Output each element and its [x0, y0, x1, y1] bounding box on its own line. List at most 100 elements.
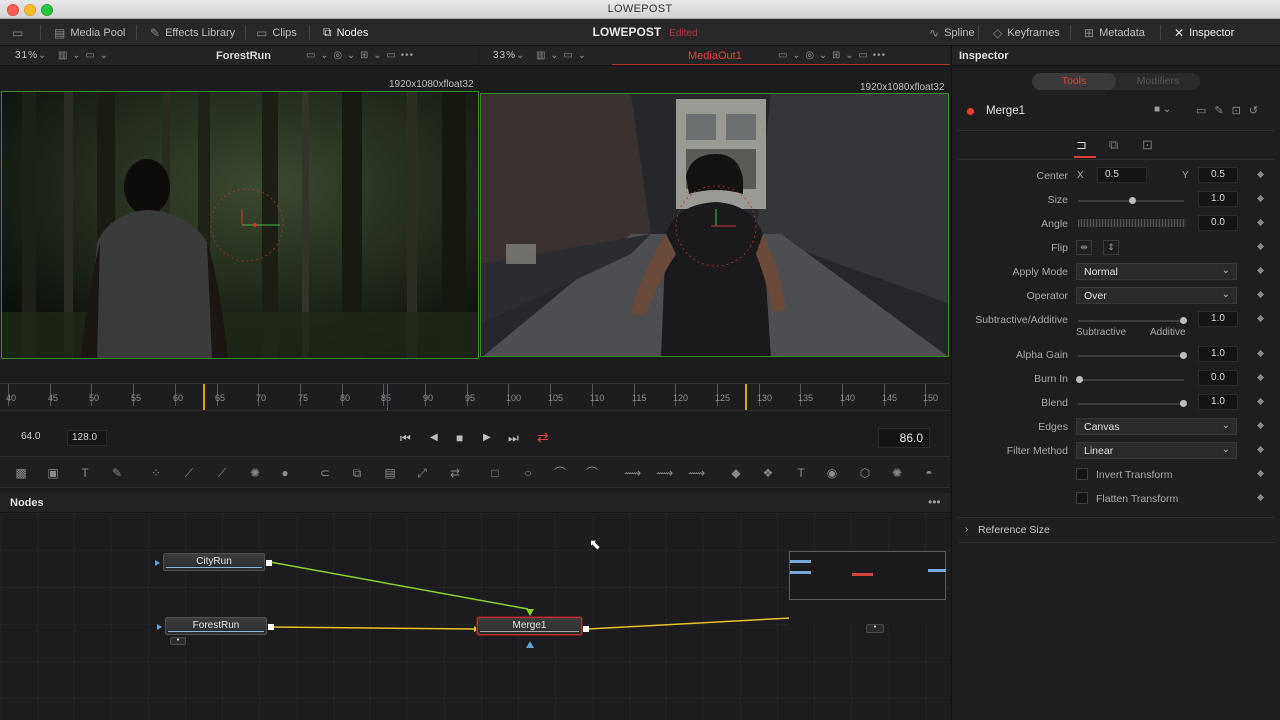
effects-library-button[interactable]: ✎ Effects Library [150, 24, 235, 41]
mediaout-view-indicator[interactable]: • [866, 624, 884, 633]
brightness-tool-icon[interactable]: ✺ [247, 465, 263, 481]
center-y-field[interactable]: 0.5 [1198, 167, 1238, 183]
matte-control-tool-icon[interactable]: ⊂ [317, 465, 333, 481]
paint-tool-icon[interactable]: ✎ [109, 465, 125, 481]
center-keyframe-icon[interactable] [1256, 170, 1265, 179]
text3d-tool-icon[interactable]: T [793, 465, 809, 481]
go-to-start-button[interactable]: ⏮ [400, 431, 411, 446]
text-tool-icon[interactable]: T [77, 465, 93, 481]
image-plane-tool-icon[interactable]: ⬡ [857, 465, 873, 481]
merge1-output[interactable] [583, 626, 589, 632]
nodes-options-button[interactable]: ••• [928, 495, 941, 509]
camera3d-tool-icon[interactable]: ◉ [824, 465, 840, 481]
angle-thumbwheel[interactable] [1078, 219, 1186, 227]
bspline-mask-icon[interactable]: ⌒ [584, 465, 600, 481]
flatten-transform-checkbox[interactable] [1076, 492, 1088, 504]
subtractive-additive-knob[interactable] [1180, 317, 1187, 324]
alpha-gain-slider[interactable] [1078, 352, 1187, 359]
right-viewer[interactable] [480, 93, 949, 357]
forestrun-view-indicator[interactable]: • [170, 637, 186, 645]
nodes-button[interactable]: ⧉ Nodes [323, 24, 368, 41]
subtractive-additive-keyframe-icon[interactable] [1256, 314, 1265, 323]
tab-tools[interactable]: Tools [1032, 73, 1116, 90]
size-slider[interactable] [1078, 197, 1184, 204]
renderer3d-tool-icon[interactable]: ◓ [921, 465, 937, 481]
blur-tool-icon[interactable]: ● [277, 465, 293, 481]
merge-tool-icon[interactable]: ⧉ [349, 465, 365, 481]
flip-horizontal-icon[interactable]: ⇹ [1076, 240, 1092, 255]
size-field[interactable]: 1.0 [1198, 191, 1238, 207]
settings-tab-icon[interactable]: ⧉ [1109, 137, 1118, 153]
blend-field[interactable]: 1.0 [1198, 394, 1238, 410]
node-editor[interactable]: CityRun ForestRun • Merge1 • ⬉ [0, 513, 950, 720]
image-tab-icon[interactable]: ⊡ [1142, 137, 1153, 153]
polygon-mask-icon[interactable]: ⌒ [552, 465, 568, 481]
ellipse-mask-icon[interactable]: ○ [520, 465, 536, 481]
clips-button[interactable]: ▭ Clips [256, 24, 297, 41]
center-x-field[interactable]: 0.5 [1097, 167, 1147, 183]
edges-keyframe-icon[interactable] [1256, 421, 1265, 430]
time-ruler[interactable]: 40 45 50 55 60 65 70 75 80 85 90 95 100 105 110 115 120 1… [0, 383, 950, 411]
size-slider-knob[interactable] [1129, 197, 1136, 204]
node-cityrun[interactable]: CityRun [163, 553, 265, 571]
controls-tab-icon[interactable]: ⊐ [1076, 137, 1087, 153]
flip-keyframe-icon[interactable] [1256, 242, 1265, 251]
operator-dropdown[interactable]: Over ⌄ [1076, 287, 1237, 304]
left-viewer[interactable] [1, 91, 479, 359]
alpha-gain-keyframe-icon[interactable] [1256, 349, 1265, 358]
reference-size-section[interactable]: › Reference Size [958, 517, 1275, 543]
burn-in-field[interactable]: 0.0 [1198, 370, 1238, 386]
particles-tool-icon[interactable]: ⁘ [148, 465, 164, 481]
rectangle-mask-icon[interactable]: □ [487, 465, 503, 481]
blend-slider[interactable] [1078, 400, 1187, 407]
left-viewer-zoom[interactable]: 31% [15, 50, 38, 61]
alpha-gain-field[interactable]: 1.0 [1198, 346, 1238, 362]
right-viewer-controls[interactable]: ▥ ⌄ ▭ ⌄ [536, 50, 587, 61]
playhead[interactable] [387, 384, 388, 410]
workspace-menu-button[interactable]: ▭ [12, 24, 23, 41]
node-color-dot[interactable] [966, 107, 975, 116]
zoom-dropdown-icon[interactable]: ⌄ [516, 50, 525, 61]
alpha-gain-knob[interactable] [1180, 352, 1187, 359]
current-time-field[interactable]: 86.0 [878, 428, 930, 448]
channel-booleans-tool-icon[interactable]: ▤ [382, 465, 398, 481]
merge3d-tool-icon[interactable]: ❖ [760, 465, 776, 481]
planar-tracker-icon[interactable]: ⟿ [656, 465, 673, 481]
blend-keyframe-icon[interactable] [1256, 397, 1265, 406]
play-reverse-button[interactable]: ◀ [430, 432, 438, 443]
filter-method-keyframe-icon[interactable] [1256, 445, 1265, 454]
resize-tool-icon[interactable]: ⤢ [414, 465, 430, 481]
tracker-tool-icon[interactable]: ⟿ [624, 465, 641, 481]
tab-modifiers[interactable]: Modifiers [1116, 73, 1200, 90]
angle-keyframe-icon[interactable] [1256, 218, 1265, 227]
burn-in-slider[interactable] [1076, 376, 1184, 383]
render-start-field[interactable]: 64.0 [17, 430, 57, 446]
render-end-field[interactable]: 128.0 [67, 430, 107, 446]
stop-button[interactable]: ■ [456, 431, 463, 445]
flip-vertical-icon[interactable]: ⇕ [1103, 240, 1119, 255]
inspector-button[interactable]: ✕ Inspector [1174, 24, 1234, 41]
spotlight-tool-icon[interactable]: ✺ [889, 465, 905, 481]
node-options-icon[interactable]: ■ ⌄ [1154, 104, 1171, 115]
burn-in-knob[interactable] [1076, 376, 1083, 383]
color-curves-tool-icon[interactable]: ⟋ [181, 465, 197, 481]
background-tool-icon[interactable]: ▩ [13, 465, 29, 481]
spline-button[interactable]: ∿ Spline [929, 24, 975, 41]
shape3d-tool-icon[interactable]: ◆ [728, 465, 744, 481]
transform-tool-icon[interactable]: ⇄ [447, 465, 463, 481]
filter-method-dropdown[interactable]: Linear ⌄ [1076, 442, 1237, 459]
forestrun-output[interactable] [268, 624, 274, 630]
flatten-transform-keyframe-icon[interactable] [1256, 493, 1265, 502]
operator-keyframe-icon[interactable] [1256, 290, 1265, 299]
node-forestrun[interactable]: ForestRun [165, 617, 267, 635]
render-start-marker[interactable] [203, 384, 205, 410]
apply-mode-dropdown[interactable]: Normal ⌄ [1076, 263, 1237, 280]
burn-in-keyframe-icon[interactable] [1256, 373, 1265, 382]
edges-dropdown[interactable]: Canvas ⌄ [1076, 418, 1237, 435]
invert-transform-checkbox[interactable] [1076, 468, 1088, 480]
left-viewer-options[interactable]: ▭ ⌄ ◎ ⌄ ⊞ ⌄ ▭ ••• [306, 50, 414, 61]
node-header-icons[interactable]: ▭✎⊡↺ [1196, 104, 1266, 117]
loader-tool-icon[interactable]: ▣ [45, 465, 61, 481]
blend-knob[interactable] [1180, 400, 1187, 407]
size-keyframe-icon[interactable] [1256, 194, 1265, 203]
